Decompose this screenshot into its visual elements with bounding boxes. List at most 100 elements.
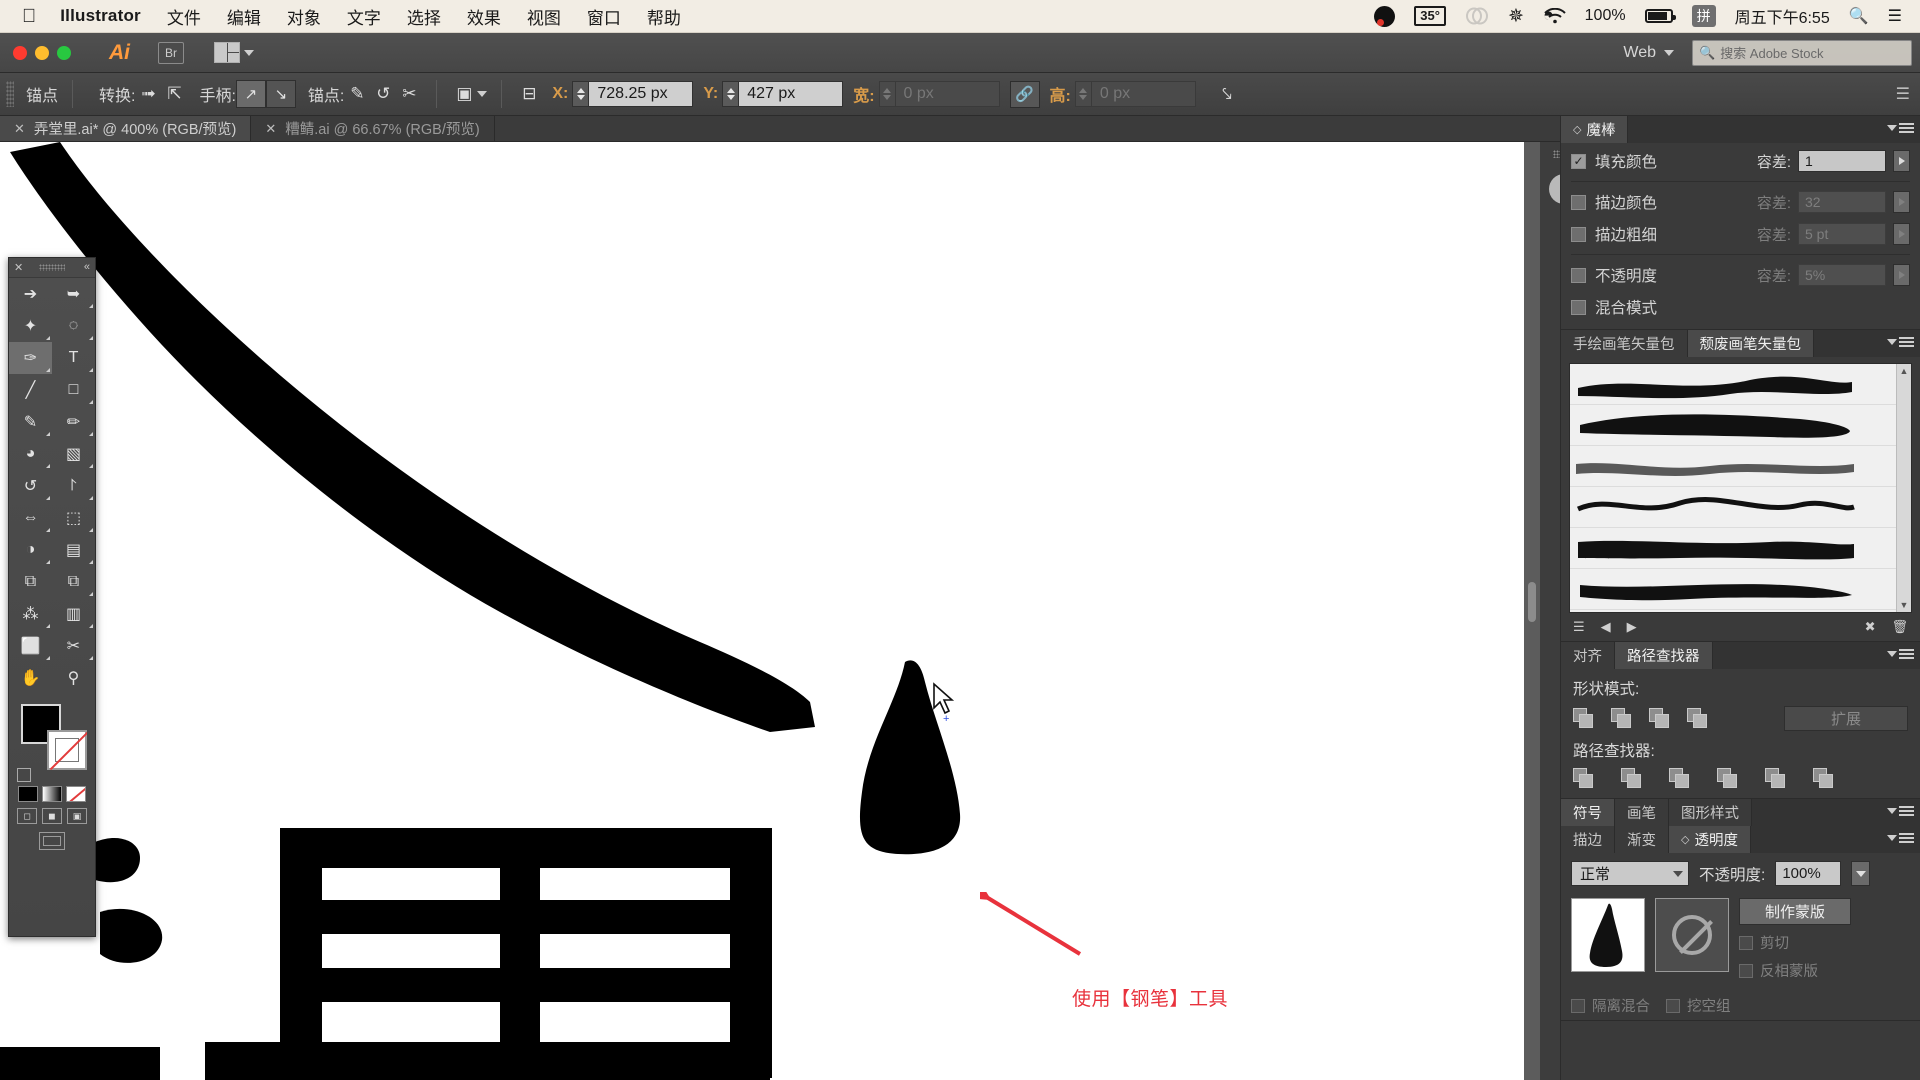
invert-mask-checkbox-row[interactable]: 反相蒙版	[1739, 960, 1851, 981]
tool-rotate-tool[interactable]: ↺	[9, 470, 52, 502]
draw-inside-icon[interactable]: ▣	[67, 808, 87, 824]
menu-item-window[interactable]: 窗口	[587, 4, 621, 29]
exclude-icon[interactable]	[1687, 707, 1709, 730]
panel-menu-button[interactable]	[1887, 831, 1914, 845]
tab-graphic-styles[interactable]: 图形样式	[1669, 799, 1752, 826]
tool-selection-tool[interactable]: ➔	[9, 278, 52, 310]
opacity-input[interactable]: 100%	[1775, 861, 1842, 886]
next-icon[interactable]: ▶	[1627, 619, 1637, 635]
merge-icon[interactable]	[1669, 768, 1691, 790]
tab-brushes[interactable]: 画笔	[1615, 799, 1669, 826]
brush-item[interactable]	[1570, 569, 1911, 610]
width-field[interactable]: 0 px	[878, 81, 1000, 107]
x-value[interactable]: 728.25 px	[589, 81, 694, 107]
tab-pathfinder[interactable]: 路径查找器	[1615, 642, 1713, 669]
tool-direct-selection-tool[interactable]: ➥	[52, 278, 95, 310]
height-field[interactable]: 0 px	[1074, 81, 1196, 107]
draw-normal-icon[interactable]: ◻	[17, 808, 37, 824]
menu-app-name[interactable]: Illustrator	[60, 6, 141, 26]
knockout-group-checkbox[interactable]	[1666, 998, 1680, 1013]
expand-button[interactable]: 扩展	[1784, 706, 1908, 731]
brush-item[interactable]	[1570, 528, 1911, 569]
battery-charging-icon[interactable]	[1644, 9, 1676, 23]
align-icon[interactable]: ⊟	[516, 81, 542, 107]
color-swatch-icon[interactable]	[18, 786, 38, 802]
opacity-checkbox[interactable]: ✓	[1571, 267, 1586, 283]
obs-record-icon[interactable]	[1374, 5, 1396, 27]
x-coordinate-field[interactable]: 728.25 px	[572, 81, 694, 107]
prev-icon[interactable]: ◀	[1601, 619, 1611, 635]
wifi-icon[interactable]: ◓	[1543, 5, 1566, 27]
zoom-window-button[interactable]	[57, 45, 71, 60]
divide-icon[interactable]	[1573, 768, 1595, 790]
control-bar-grip[interactable]	[6, 81, 14, 107]
tool-paintbrush-tool[interactable]: ✎	[9, 406, 52, 438]
chevron-down-icon[interactable]	[477, 91, 488, 97]
stroke-weight-tolerance-input[interactable]: 5 pt	[1798, 223, 1886, 245]
tool-width-tool[interactable]: ⇔	[9, 502, 52, 534]
stroke-weight-tolerance-slider-arrow[interactable]	[1893, 223, 1910, 245]
close-icon[interactable]: ✕	[14, 261, 23, 274]
y-coordinate-field[interactable]: 427 px	[722, 81, 844, 107]
tool-scale-tool[interactable]: ⨡	[52, 470, 95, 502]
canvas-vertical-scrollbar[interactable]	[1524, 142, 1540, 1080]
tab-grunge-brushes[interactable]: 颓废画笔矢量包	[1687, 330, 1814, 357]
knockout-group-row[interactable]: 挖空组	[1666, 995, 1731, 1016]
artwork-thumbnail[interactable]	[1571, 898, 1645, 972]
tab-hand-drawn-brushes[interactable]: 手绘画笔矢量包	[1561, 330, 1688, 357]
y-stepper[interactable]	[722, 81, 740, 107]
tab-align[interactable]: 对齐	[1561, 642, 1615, 669]
brush-item[interactable]	[1570, 405, 1911, 446]
tool-blend-tool[interactable]: ⧉	[52, 566, 95, 598]
make-mask-button[interactable]: 制作蒙版	[1739, 898, 1851, 925]
none-swatch-icon[interactable]	[66, 786, 86, 802]
tab-symbols[interactable]: 符号	[1561, 799, 1615, 826]
drag-handle[interactable]	[39, 264, 65, 271]
tool-lasso-tool[interactable]: ◌	[52, 310, 95, 342]
tab-gradient[interactable]: 渐变	[1615, 826, 1669, 853]
change-screen-mode-icon[interactable]	[39, 832, 65, 850]
remove-brush-link-icon[interactable]: ✖	[1865, 619, 1876, 635]
brush-item[interactable]	[1570, 487, 1911, 528]
invert-mask-checkbox[interactable]	[1739, 963, 1753, 978]
minus-back-icon[interactable]	[1813, 768, 1835, 790]
creative-cloud-icon[interactable]	[1465, 6, 1489, 26]
brush-item[interactable]	[1570, 446, 1911, 487]
tool-zoom-tool[interactable]: ⚲	[52, 662, 95, 694]
clip-checkbox[interactable]	[1739, 935, 1753, 950]
stroke-color-checkbox[interactable]: ✓	[1571, 194, 1586, 210]
temperature-indicator[interactable]: 35°	[1414, 6, 1446, 26]
scroll-down-icon[interactable]: ▼	[1897, 598, 1911, 612]
brush-item[interactable]	[1570, 364, 1911, 405]
x-stepper[interactable]	[572, 81, 590, 107]
outline-icon[interactable]	[1765, 768, 1787, 790]
connect-anchor-icon[interactable]: ↺	[370, 81, 396, 107]
gradient-swatch-icon[interactable]	[42, 786, 62, 802]
bridge-button[interactable]: Br	[158, 41, 184, 64]
toolbox-header[interactable]: ✕ «	[9, 258, 95, 278]
tool-pencil-tool[interactable]: ✏	[52, 406, 95, 438]
double-arrow-icon[interactable]: «	[84, 261, 90, 273]
stroke-color-tolerance-input[interactable]: 32	[1798, 191, 1886, 213]
opacity-dropdown-arrow[interactable]	[1851, 861, 1871, 886]
delete-brush-icon[interactable]: 🗑	[1891, 619, 1908, 635]
tool-gradient-tool[interactable]: ▤	[52, 534, 95, 566]
unite-icon[interactable]	[1573, 707, 1595, 730]
stroke-weight-checkbox[interactable]: ✓	[1571, 226, 1586, 242]
tool-free-transform-tool[interactable]: ⬚	[52, 502, 95, 534]
blend-mode-checkbox[interactable]: ✓	[1571, 299, 1586, 315]
menu-item-effect[interactable]: 效果	[467, 4, 501, 29]
clip-checkbox-row[interactable]: 剪切	[1739, 932, 1851, 953]
fill-tolerance-slider-arrow[interactable]	[1893, 150, 1910, 172]
menu-item-object[interactable]: 对象	[287, 4, 321, 29]
control-bar-more-icon[interactable]: ☰	[1896, 84, 1910, 104]
tool-artboard-tool[interactable]: ⬜	[9, 630, 52, 662]
convert-to-corner-icon[interactable]: ➟	[135, 81, 161, 107]
bluetooth-icon[interactable]: ✵	[1508, 5, 1524, 28]
show-handles-icon[interactable]: ↗	[235, 80, 266, 108]
input-method-indicator[interactable]: 拼	[1691, 5, 1716, 27]
tool-column-graph-tool[interactable]: ▥	[52, 598, 95, 630]
fill-color-checkbox[interactable]: ✓	[1571, 153, 1586, 169]
panel-menu-button[interactable]	[1887, 804, 1914, 818]
workspace-switcher[interactable]: Web	[1615, 41, 1682, 65]
